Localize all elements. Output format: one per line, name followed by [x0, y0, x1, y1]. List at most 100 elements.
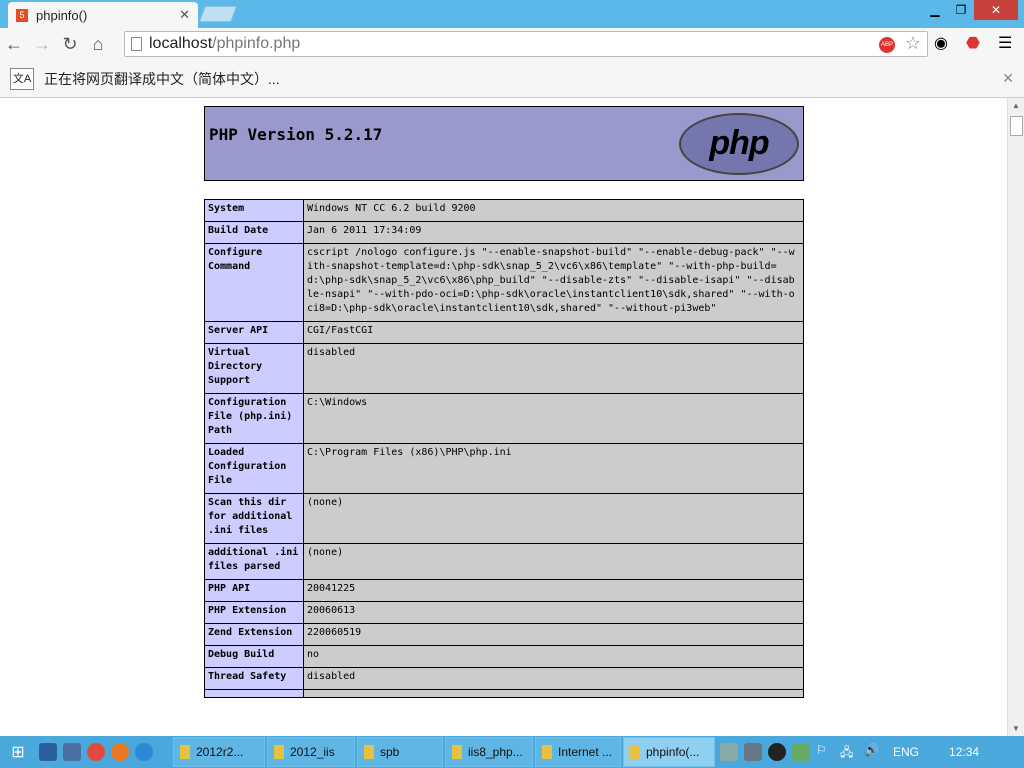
row-key: Debug Build — [204, 645, 304, 668]
row-key: System — [204, 199, 304, 222]
row-key: Configuration File (php.ini) Path — [204, 393, 304, 444]
volume-icon[interactable]: 🔊 — [864, 743, 882, 761]
window-icon — [274, 745, 284, 759]
url-path: /phpinfo.php — [212, 35, 301, 52]
address-bar[interactable]: localhost/phpinfo.php ABP ☆ — [124, 31, 928, 57]
row-key — [204, 689, 304, 698]
table-row: Zend Extension 220060519 — [204, 623, 804, 646]
page-content: PHP Version 5.2.17 php System Windows NT … — [0, 98, 1007, 736]
scrollbar[interactable]: ▲ ▼ — [1007, 98, 1024, 736]
extension-icon[interactable]: ◉ — [934, 33, 948, 53]
tab-title: phpinfo() — [36, 7, 88, 23]
php-info-table: System Windows NT CC 6.2 build 9200 Build … — [204, 199, 804, 698]
table-row: Build Date Jan 6 2011 17:34:09 — [204, 221, 804, 244]
row-key: additional .ini files parsed — [204, 543, 304, 580]
explorer-icon[interactable] — [63, 743, 81, 761]
qq-icon[interactable] — [768, 743, 786, 761]
adblock-icon[interactable]: ABP — [879, 37, 895, 53]
row-key: PHP Extension — [204, 601, 304, 624]
row-key: Virtual Directory Support — [204, 343, 304, 394]
row-key: Zend Extension — [204, 623, 304, 646]
desktop-icon[interactable] — [39, 743, 57, 761]
row-key: PHP API — [204, 579, 304, 602]
close-translate-icon[interactable]: ✕ — [1002, 70, 1014, 87]
row-value: C:\Program Files (x86)\PHP\php.ini — [303, 443, 804, 494]
ie-icon[interactable] — [135, 743, 153, 761]
minimize-button[interactable]: ▁ — [922, 0, 948, 20]
php-logo: php — [679, 113, 799, 175]
row-value — [303, 689, 804, 698]
stop-extension-icon[interactable]: ⬣ — [966, 33, 980, 53]
taskbar-window-button[interactable]: 2012r2... — [173, 737, 265, 767]
row-value: Jan 6 2011 17:34:09 — [303, 221, 804, 244]
row-value: cscript /nologo configure.js "--enable-s… — [303, 243, 804, 322]
start-button[interactable]: ⊞ — [0, 742, 36, 762]
row-value: 20041225 — [303, 579, 804, 602]
translate-bar: 文A 正在将网页翻译成中文（简体中文）... ✕ — [0, 60, 1024, 98]
window-label: Internet ... — [558, 745, 613, 759]
firefox-icon[interactable] — [111, 743, 129, 761]
reload-button[interactable]: ↻ — [56, 34, 84, 55]
table-row: Loaded Configuration File C:\Program File… — [204, 443, 804, 494]
table-row: Scan this dir for additional .ini files(… — [204, 493, 804, 544]
home-button[interactable]: ⌂ — [84, 34, 112, 55]
table-row: System Windows NT CC 6.2 build 9200 — [204, 199, 804, 222]
new-tab-button[interactable] — [199, 6, 237, 22]
table-row: Thread Safety disabled — [204, 667, 804, 690]
php-header: PHP Version 5.2.17 php — [204, 106, 804, 181]
row-value: no — [303, 645, 804, 668]
browser-tab[interactable]: 5 phpinfo() ✕ — [8, 2, 198, 28]
row-value: 20060613 — [303, 601, 804, 624]
row-value: (none) — [303, 543, 804, 580]
bookmark-star-icon[interactable]: ☆ — [905, 33, 921, 54]
table-row: Virtual Directory Support disabled — [204, 343, 804, 394]
window-icon — [630, 745, 640, 759]
back-button[interactable]: ← — [0, 34, 28, 55]
window-label: iis8_php... — [468, 745, 523, 759]
usb-icon[interactable] — [792, 743, 810, 761]
row-key: Scan this dir for additional .ini files — [204, 493, 304, 544]
language-indicator[interactable]: ENG — [893, 745, 919, 759]
window-icon — [542, 745, 552, 759]
scroll-thumb[interactable] — [1010, 116, 1023, 136]
table-row: Configure Command cscript /nologo configu… — [204, 243, 804, 322]
table-row: Debug Build no — [204, 645, 804, 668]
page-icon — [131, 37, 142, 51]
row-key: Build Date — [204, 221, 304, 244]
tray-icon[interactable] — [744, 743, 762, 761]
php-version-title: PHP Version 5.2.17 — [209, 125, 383, 144]
restore-button[interactable]: ❐ — [948, 0, 974, 20]
network-icon[interactable]: 🖧 — [840, 743, 858, 761]
window-label: 2012r2... — [196, 745, 244, 759]
row-value: CGI/FastCGI — [303, 321, 804, 344]
row-key: Server API — [204, 321, 304, 344]
window-label: spb — [380, 745, 400, 759]
translate-status: 正在将网页翻译成中文（简体中文）... — [44, 70, 280, 87]
table-row: Server API CGI/FastCGI — [204, 321, 804, 344]
window-label: phpinfo(... — [646, 745, 700, 759]
close-tab-icon[interactable]: ✕ — [179, 7, 190, 23]
taskbar-window-button[interactable]: 2012_iis — [267, 737, 355, 767]
scroll-up-icon[interactable]: ▲ — [1012, 101, 1020, 110]
close-window-button[interactable]: ✕ — [974, 0, 1018, 20]
clock[interactable]: 12:34 — [949, 745, 979, 759]
taskbar-window-button[interactable]: Internet ... — [535, 737, 621, 767]
scroll-down-icon[interactable]: ▼ — [1012, 724, 1020, 733]
url-host: localhost — [149, 35, 213, 52]
forward-button[interactable]: → — [28, 34, 56, 55]
taskbar: ⊞ 2012r2... 2012_iis spb iis8_php... Interne… — [0, 736, 1024, 768]
taskbar-window-button[interactable]: spb — [357, 737, 443, 767]
menu-icon[interactable]: ☰ — [998, 33, 1012, 53]
window-label: 2012_iis — [290, 745, 335, 759]
title-bar: 5 phpinfo() ✕ ▁ ❐ ✕ — [0, 0, 1024, 28]
table-row: Configuration File (php.ini) Path C:\Wind… — [204, 393, 804, 444]
window-icon — [180, 745, 190, 759]
taskbar-window-button[interactable]: phpinfo(... — [623, 737, 715, 767]
tray-icon[interactable] — [720, 743, 738, 761]
flag-icon[interactable]: ⚐ — [816, 743, 834, 761]
taskbar-window-button[interactable]: iis8_php... — [445, 737, 533, 767]
chrome-icon[interactable] — [87, 743, 105, 761]
row-value: 220060519 — [303, 623, 804, 646]
html5-icon: 5 — [16, 8, 28, 22]
window-icon — [364, 745, 374, 759]
